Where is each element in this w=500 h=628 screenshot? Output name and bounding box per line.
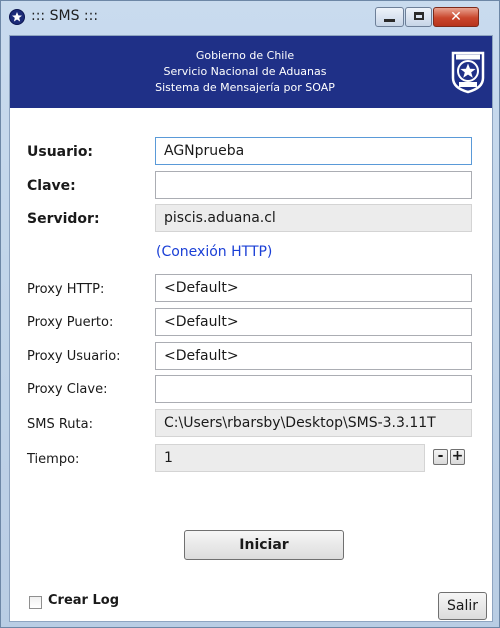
proxy-usuario-label: Proxy Usuario: (27, 349, 121, 364)
banner-line-service: Servicio Nacional de Aduanas (163, 65, 327, 78)
proxy-http-label: Proxy HTTP: (27, 282, 105, 297)
title-bar[interactable]: ::: SMS ::: ✕ (1, 1, 499, 35)
star-badge-icon[interactable] (9, 9, 25, 25)
main-panel: Gobierno de Chile Servicio Nacional de A… (9, 35, 493, 622)
app-window: ::: SMS ::: ✕ Gobierno de Chile Servicio… (0, 0, 500, 628)
proxy-clave-label: Proxy Clave: (27, 382, 108, 397)
usuario-input[interactable]: AGNprueba (155, 137, 472, 165)
sms-ruta-label: SMS Ruta: (27, 417, 93, 432)
tiempo-field[interactable]: 1 (155, 444, 425, 472)
minimize-icon (384, 19, 395, 22)
crear-log-label[interactable]: Crear Log (48, 593, 119, 608)
maximize-button[interactable] (405, 7, 432, 27)
header-banner: Gobierno de Chile Servicio Nacional de A… (10, 36, 492, 108)
minimize-button[interactable] (375, 7, 404, 27)
close-button[interactable]: ✕ (433, 7, 479, 27)
clave-input[interactable] (155, 171, 472, 199)
crear-log-checkbox[interactable] (29, 596, 42, 609)
proxy-puerto-input[interactable]: <Default> (155, 308, 472, 336)
aduanas-badge-logo (451, 51, 485, 94)
servidor-label: Servidor: (27, 211, 100, 227)
iniciar-button[interactable]: Iniciar (184, 530, 344, 560)
proxy-usuario-input[interactable]: <Default> (155, 342, 472, 370)
connection-mode-link[interactable]: (Conexión HTTP) (156, 244, 272, 260)
tiempo-increment-button[interactable]: + (450, 449, 465, 465)
usuario-label: Usuario: (27, 144, 94, 160)
salir-button[interactable]: Salir (438, 592, 487, 620)
banner-line-system: Sistema de Mensajería por SOAP (155, 81, 335, 94)
close-icon: ✕ (450, 9, 462, 25)
sms-ruta-field[interactable]: C:\Users\rbarsby\Desktop\SMS-3.3.11T (155, 409, 472, 437)
tiempo-decrement-button[interactable]: - (433, 449, 448, 465)
window-title: ::: SMS ::: (31, 8, 99, 24)
clave-label: Clave: (27, 178, 76, 194)
proxy-puerto-label: Proxy Puerto: (27, 315, 114, 330)
banner-line-government: Gobierno de Chile (195, 49, 295, 62)
servidor-field[interactable]: piscis.aduana.cl (155, 204, 472, 232)
proxy-clave-input[interactable] (155, 375, 472, 403)
proxy-http-input[interactable]: <Default> (155, 274, 472, 302)
maximize-icon (414, 12, 424, 20)
tiempo-label: Tiempo: (27, 452, 80, 467)
